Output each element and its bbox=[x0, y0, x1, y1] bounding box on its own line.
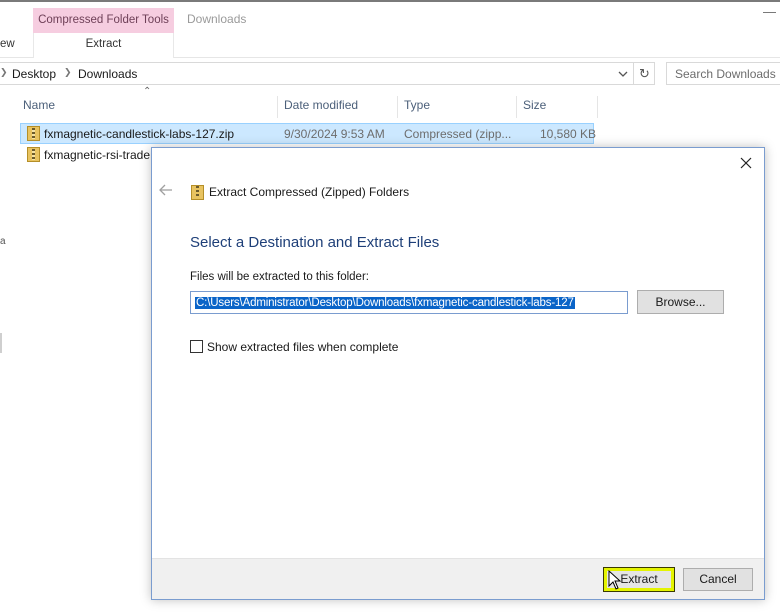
dialog-title: Extract Compressed (Zipped) Folders bbox=[209, 185, 410, 199]
back-arrow-icon[interactable] bbox=[159, 183, 173, 199]
column-header-date[interactable]: Date modified bbox=[279, 96, 398, 118]
file-date: 9/30/2024 9:53 AM bbox=[284, 127, 385, 141]
file-size: 10,580 KB bbox=[540, 127, 597, 141]
file-name: fxmagnetic-candlestick-labs-127.zip bbox=[44, 127, 235, 141]
extract-dialog: Extract Compressed (Zipped) Folders Sele… bbox=[151, 147, 765, 600]
minimize-button[interactable]: — bbox=[763, 4, 776, 19]
ribbon-tab-extract[interactable]: Extract bbox=[33, 38, 174, 50]
file-name: fxmagnetic-rsi-trade bbox=[44, 148, 151, 162]
file-row-selected[interactable]: fxmagnetic-candlestick-labs-127.zip 9/30… bbox=[20, 123, 597, 144]
breadcrumb-chevron-icon[interactable]: ❯ bbox=[0, 67, 8, 78]
mouse-cursor-icon bbox=[608, 569, 622, 590]
nav-pane-fragment: a bbox=[0, 236, 6, 247]
address-bar[interactable]: ❯ Desktop ❯ Downloads ↻ bbox=[0, 62, 655, 85]
window-title: Downloads bbox=[187, 12, 247, 26]
file-type: Compressed (zipp... bbox=[404, 127, 512, 141]
zip-folder-icon bbox=[27, 147, 40, 162]
chevron-down-icon[interactable] bbox=[616, 66, 630, 82]
zip-folder-icon bbox=[191, 185, 204, 203]
file-row[interactable]: fxmagnetic-rsi-trade bbox=[20, 145, 150, 166]
breadcrumb-chevron-icon[interactable]: ❯ bbox=[64, 67, 72, 78]
column-header-size[interactable]: Size bbox=[518, 96, 598, 118]
context-tab-group-label: Compressed Folder Tools bbox=[33, 8, 174, 33]
breadcrumb-downloads[interactable]: Downloads bbox=[78, 67, 137, 81]
column-header-name[interactable]: Name bbox=[18, 96, 278, 118]
search-input[interactable]: Search Downloads bbox=[666, 62, 780, 85]
close-icon[interactable] bbox=[737, 152, 755, 174]
breadcrumb-desktop[interactable]: Desktop bbox=[12, 67, 56, 81]
column-header-type[interactable]: Type bbox=[399, 96, 517, 118]
zip-folder-icon bbox=[27, 126, 40, 141]
refresh-icon[interactable]: ↻ bbox=[633, 63, 655, 84]
show-files-checkbox-label[interactable]: Show extracted files when complete bbox=[207, 340, 398, 354]
browse-button[interactable]: Browse... bbox=[637, 290, 724, 314]
cancel-button[interactable]: Cancel bbox=[683, 568, 753, 591]
destination-label: Files will be extracted to this folder: bbox=[190, 271, 369, 283]
destination-path-input[interactable]: C:\Users\Administrator\Desktop\Downloads… bbox=[190, 291, 628, 314]
ribbon-tab-view[interactable]: ew bbox=[0, 38, 15, 50]
nav-pane-divider bbox=[0, 333, 2, 353]
dialog-footer: Extract Cancel bbox=[152, 558, 764, 599]
destination-path-value[interactable]: C:\Users\Administrator\Desktop\Downloads… bbox=[195, 297, 575, 309]
dialog-heading: Select a Destination and Extract Files bbox=[190, 234, 440, 251]
ribbon: ew Compressed Folder Tools Extract Downl… bbox=[0, 2, 780, 58]
show-files-checkbox[interactable] bbox=[190, 340, 203, 353]
